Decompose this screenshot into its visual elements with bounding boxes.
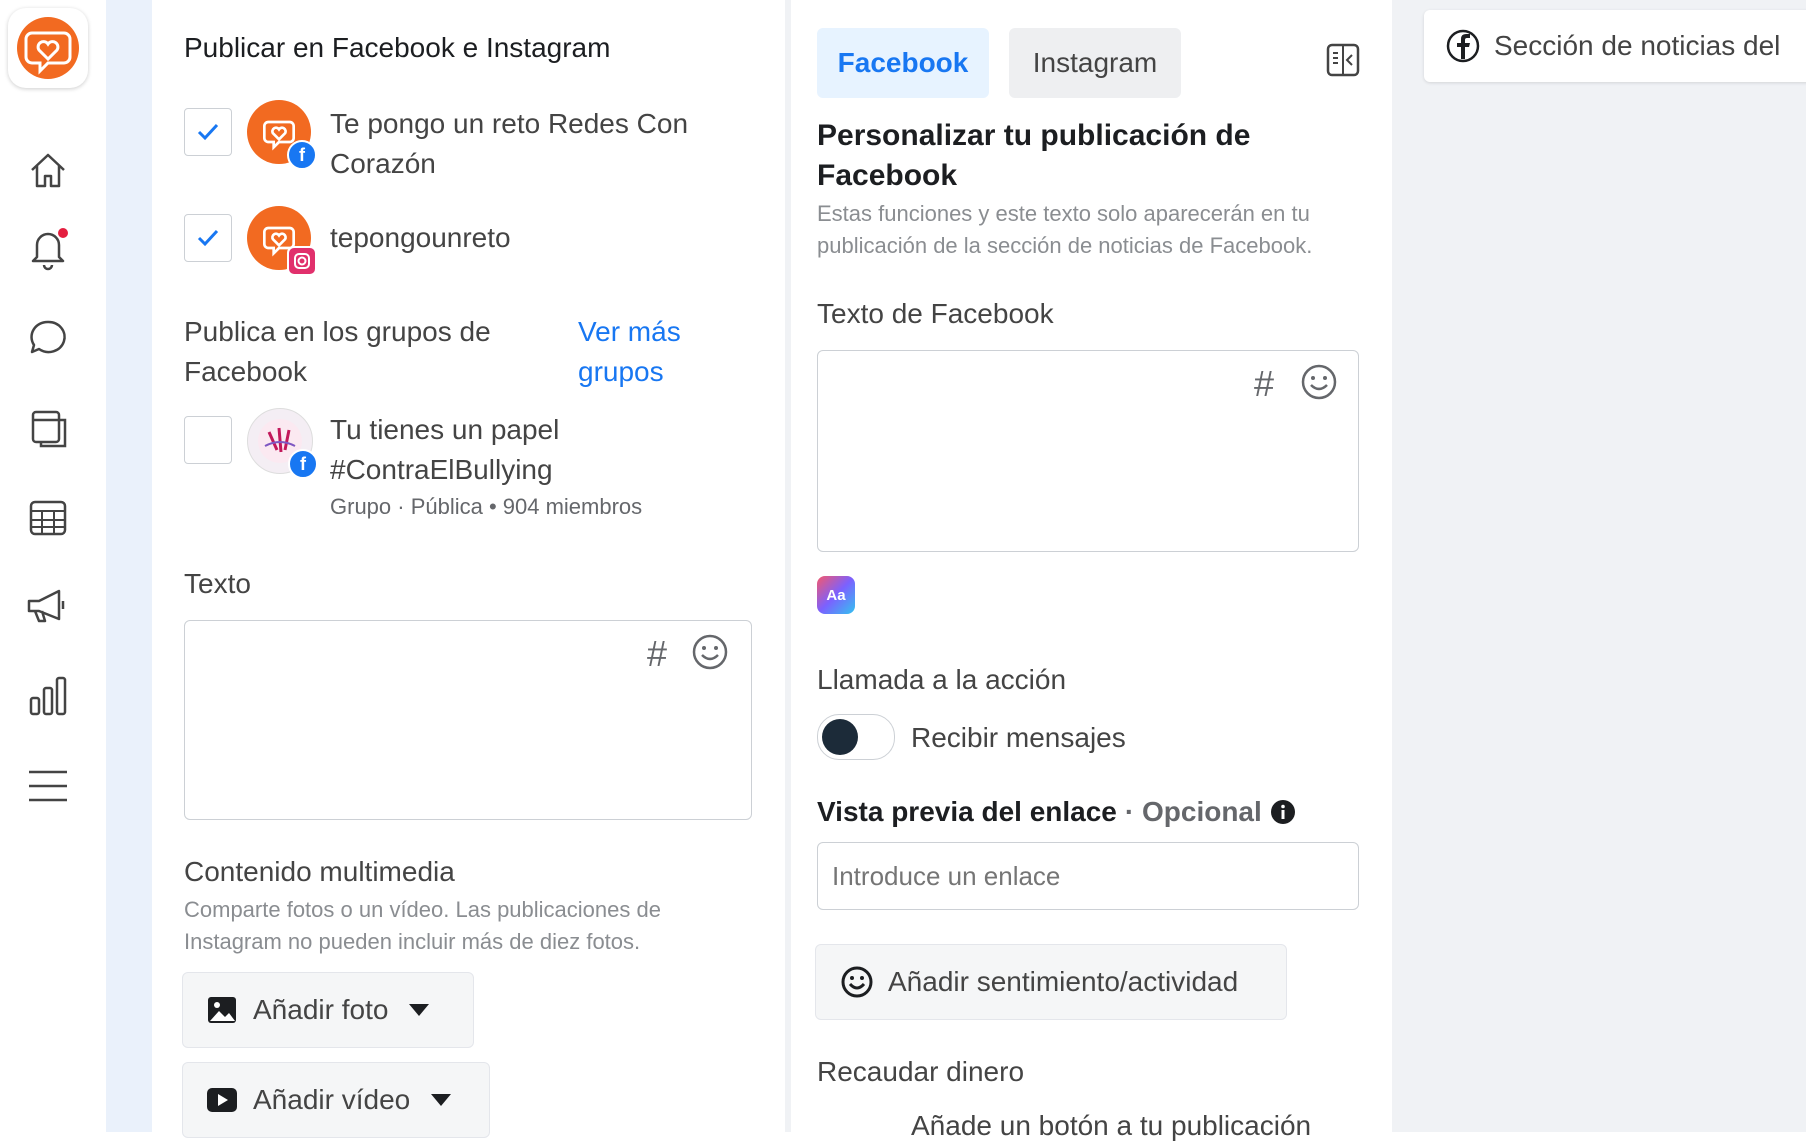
group-checkbox[interactable] — [184, 416, 232, 464]
add-video-button[interactable]: Añadir vídeo — [182, 1062, 490, 1138]
see-more-line: grupos — [578, 356, 664, 387]
group-name: Tu tienes un papel #ContraElBullying — [330, 410, 559, 490]
calendar-icon — [29, 500, 67, 536]
fundraise-label: Recaudar dinero — [817, 1056, 1025, 1087]
facebook-badge-icon: f — [288, 449, 318, 479]
text-format-icon[interactable]: Aa — [817, 576, 855, 614]
collapse-panel-icon[interactable] — [1325, 42, 1361, 78]
megaphone-icon — [27, 589, 65, 623]
caret-down-icon — [409, 1004, 430, 1016]
link-input[interactable] — [817, 842, 1359, 910]
chat-icon — [30, 320, 66, 354]
see-more-line: Ver más — [578, 316, 681, 347]
customize-panel: Facebook Instagram Personalizar tu publi… — [791, 0, 1392, 1141]
group-name-line: Tu tienes un papel — [330, 414, 560, 445]
tab-instagram[interactable]: Instagram — [1009, 28, 1181, 98]
text-label: Texto — [184, 568, 251, 599]
check-icon — [197, 123, 219, 141]
add-feeling-button[interactable]: Añadir sentimiento/actividad — [815, 944, 1287, 1020]
emoji-icon — [841, 966, 873, 998]
publish-title: Publicar en Facebook e Instagram — [184, 32, 611, 63]
heart-chat-logo-icon — [17, 17, 79, 79]
pages-icon — [31, 410, 67, 448]
media-desc-line: Comparte fotos o un vídeo. Las publicaci… — [184, 897, 661, 922]
cta-toggle-label: Recibir mensajes — [911, 722, 1126, 753]
add-photo-button[interactable]: Añadir foto — [182, 972, 474, 1048]
photo-icon — [208, 997, 236, 1023]
preview-panel: Sección de noticias del — [1392, 0, 1806, 1132]
post-text-input[interactable]: # — [184, 620, 752, 820]
nav-ads[interactable] — [20, 578, 76, 634]
nav-notifications[interactable] — [20, 219, 76, 275]
nav-planner[interactable] — [20, 489, 76, 545]
customize-title: Personalizar tu publicación de Facebook — [817, 116, 1250, 196]
link-preview-label: Vista previa del enlace · Opcional — [817, 796, 1296, 828]
home-icon — [31, 153, 65, 188]
fb-text-label: Texto de Facebook — [817, 298, 1054, 329]
media-title: Contenido multimedia — [184, 856, 455, 887]
facebook-text-input[interactable]: # — [817, 350, 1359, 552]
hashtag-icon[interactable]: # — [647, 633, 667, 675]
account-name-line: Corazón — [330, 148, 436, 179]
avatar — [247, 206, 317, 276]
toggle-knob — [822, 719, 858, 755]
groups-title: Publica en los grupos de Facebook — [184, 312, 491, 392]
add-video-label: Añadir vídeo — [253, 1084, 411, 1115]
avatar: f — [247, 100, 317, 170]
insights-icon — [29, 676, 67, 716]
feed-preview-label: Sección de noticias del — [1494, 30, 1781, 61]
group-name-line: #ContraElBullying — [330, 454, 553, 485]
media-desc-line: Instagram no pueden incluir más de diez … — [184, 929, 641, 954]
feed-preview-selector[interactable]: Sección de noticias del — [1424, 10, 1806, 82]
bell-icon — [31, 228, 68, 271]
menu-icon — [29, 770, 67, 802]
account-checkbox-facebook[interactable] — [184, 108, 232, 156]
nav-inbox[interactable] — [20, 310, 76, 366]
info-icon[interactable] — [1270, 799, 1296, 825]
customize-title-line: Facebook — [817, 159, 958, 192]
add-photo-label: Añadir foto — [253, 994, 389, 1025]
tab-facebook[interactable]: Facebook — [817, 28, 989, 98]
group-avatar: f — [247, 408, 318, 479]
group-meta: Grupo · Pública • 904 miembros — [330, 494, 643, 519]
fundraise-description: Añade un botón a tu publicación — [911, 1110, 1312, 1141]
link-label: Vista previa del enlace — [817, 796, 1117, 827]
publish-panel: Publicar en Facebook e Instagram f Te po… — [152, 0, 785, 1138]
customize-desc-line: Estas funciones y este texto solo aparec… — [817, 201, 1310, 226]
link-optional: · Opcional — [1124, 796, 1262, 827]
check-icon — [197, 229, 219, 247]
hashtag-icon[interactable]: # — [1254, 363, 1274, 405]
sidebar-gutter — [106, 0, 152, 1132]
video-icon — [207, 1088, 237, 1112]
account-name-line: Te pongo un reto Redes Con — [330, 108, 689, 139]
customize-desc-line: publicación de la sección de noticias de… — [817, 233, 1313, 258]
left-nav — [0, 0, 107, 1132]
groups-title-line: Publica en los grupos de — [184, 316, 491, 347]
media-description: Comparte fotos o un vídeo. Las publicaci… — [184, 894, 661, 958]
customize-description: Estas funciones y este texto solo aparec… — [817, 198, 1312, 262]
nav-home[interactable] — [20, 142, 76, 198]
nav-menu[interactable] — [20, 758, 76, 814]
account-name-facebook: Te pongo un reto Redes Con Corazón — [330, 104, 688, 184]
app-logo[interactable] — [8, 8, 88, 88]
groups-title-line: Facebook — [184, 356, 307, 387]
cta-toggle[interactable] — [817, 714, 895, 760]
nav-insights[interactable] — [20, 668, 76, 724]
emoji-icon[interactable] — [691, 633, 729, 671]
add-feeling-label: Añadir sentimiento/actividad — [888, 966, 1239, 997]
nav-content[interactable] — [20, 399, 76, 455]
account-name-instagram: tepongounreto — [330, 222, 511, 253]
account-checkbox-instagram[interactable] — [184, 214, 232, 262]
cta-label: Llamada a la acción — [817, 664, 1067, 695]
instagram-badge-icon — [287, 246, 317, 276]
caret-down-icon — [431, 1094, 452, 1106]
emoji-icon[interactable] — [1300, 363, 1338, 401]
customize-title-line: Personalizar tu publicación de — [817, 119, 1251, 152]
facebook-badge-icon: f — [287, 140, 317, 170]
facebook-icon — [1446, 29, 1480, 63]
see-more-groups-link[interactable]: Ver más grupos — [578, 312, 681, 392]
